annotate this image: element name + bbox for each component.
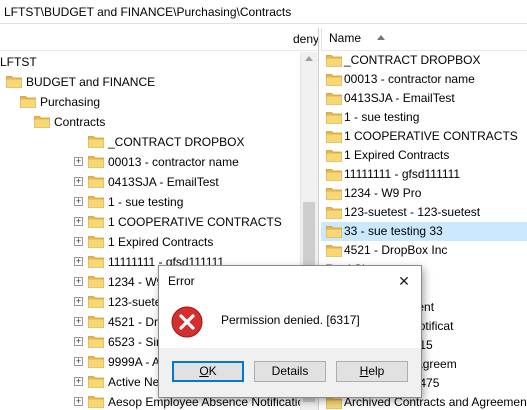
- list-item[interactable]: 1 COOPERATIVE CONTRACTS: [321, 127, 527, 146]
- list-item-label: 1 COOPERATIVE CONTRACTS: [344, 129, 518, 143]
- folder-icon: [326, 207, 342, 219]
- folder-icon: [326, 93, 342, 105]
- folder-icon: [326, 74, 342, 86]
- folder-icon: [88, 376, 104, 388]
- list-item[interactable]: 1 - sue testing: [321, 108, 527, 127]
- expand-icon[interactable]: +: [74, 237, 83, 246]
- list-item-label: 33 - sue testing 33: [344, 224, 443, 238]
- tree-item-label: 0413SJA - EmailTest: [108, 175, 219, 189]
- folder-icon: [88, 296, 104, 308]
- list-item-label: 123-suetest - 123-suetest: [344, 205, 481, 219]
- tree-header: deny: [0, 28, 318, 51]
- expand-icon[interactable]: +: [74, 277, 83, 286]
- list-item-label: 00013 - contractor name: [344, 72, 475, 86]
- folder-icon: [326, 150, 342, 162]
- help-button[interactable]: Help: [336, 361, 408, 382]
- folder-icon: [20, 96, 36, 108]
- list-item[interactable]: 33 - sue testing 33: [321, 222, 527, 241]
- folder-icon: [88, 216, 104, 228]
- column-divider: [321, 28, 322, 50]
- tree-item-label: BUDGET and FINANCE: [26, 75, 156, 89]
- list-item-label: 11111111 - gfsd111111: [344, 167, 461, 181]
- expand-icon[interactable]: +: [74, 317, 83, 326]
- tree-item-label: 00013 - contractor name: [108, 155, 239, 169]
- folder-icon: [88, 176, 104, 188]
- tree-item-label: 1 - sue testing: [108, 195, 184, 209]
- tree-header-label: deny: [293, 32, 319, 46]
- expand-icon[interactable]: +: [74, 337, 83, 346]
- folder-icon: [88, 316, 104, 328]
- dialog-title: Error: [168, 274, 195, 288]
- folder-icon: [326, 226, 342, 238]
- list-item-label: 1 - sue testing: [344, 110, 420, 124]
- list-item[interactable]: 123-suetest - 123-suetest: [321, 203, 527, 222]
- list-item-label: _CONTRACT DROPBOX: [344, 53, 481, 67]
- dialog-body: Permission denied. [6317]: [159, 296, 421, 348]
- contents-header: Name: [321, 28, 527, 51]
- list-item[interactable]: 11111111 - gfsd111111: [321, 165, 527, 184]
- ok-button-mnemonic: O: [199, 364, 209, 378]
- error-message: Permission denied. [6317]: [221, 313, 360, 327]
- close-icon[interactable]: ✕: [397, 274, 411, 288]
- folder-icon: [88, 136, 104, 148]
- list-item[interactable]: 0413SJA - EmailTest: [321, 89, 527, 108]
- expand-icon[interactable]: +: [74, 217, 83, 226]
- expand-icon[interactable]: +: [74, 157, 83, 166]
- expand-icon[interactable]: +: [74, 297, 83, 306]
- ok-button-label: K: [208, 364, 217, 378]
- expand-icon[interactable]: +: [74, 197, 83, 206]
- error-icon: [171, 306, 203, 338]
- dialog-button-bar: OK Details Help: [159, 348, 421, 397]
- tree-item-label: LFTST: [0, 55, 37, 69]
- folder-icon: [88, 396, 104, 408]
- folder-icon: [6, 76, 22, 88]
- list-item[interactable]: 1234 - W9 Pro: [321, 184, 527, 203]
- tree-item-label: 1 Expired Contracts: [108, 235, 214, 249]
- dialog-title-bar: Error ✕: [159, 266, 421, 296]
- expand-icon[interactable]: +: [74, 377, 83, 386]
- folder-icon: [326, 188, 342, 200]
- tree-item-label: 1 COOPERATIVE CONTRACTS: [108, 215, 282, 229]
- list-item[interactable]: 4521 - DropBox Inc: [321, 241, 527, 260]
- list-item[interactable]: _CONTRACT DROPBOX: [321, 51, 527, 70]
- list-item[interactable]: 00013 - contractor name: [321, 70, 527, 89]
- folder-icon: [326, 112, 342, 124]
- folder-icon: [88, 336, 104, 348]
- folder-icon: [88, 256, 104, 268]
- folder-icon: [326, 245, 342, 257]
- name-column-header[interactable]: Name: [329, 31, 361, 45]
- folder-icon: [88, 356, 104, 368]
- window-title-bar: LFTST\BUDGET and FINANCE\Purchasing\Cont…: [0, 0, 527, 24]
- ok-button[interactable]: OK: [172, 361, 244, 382]
- tree-item-label: Contracts: [54, 115, 106, 129]
- list-item-label: 1 Expired Contracts: [344, 148, 450, 162]
- details-button[interactable]: Details: [254, 361, 326, 382]
- folder-icon: [88, 196, 104, 208]
- folder-icon: [88, 156, 104, 168]
- tree-item-label: _CONTRACT DROPBOX: [108, 135, 245, 149]
- folder-icon: [88, 276, 104, 288]
- sort-ascending-icon: [377, 35, 385, 40]
- tree-item-label: Purchasing: [40, 95, 101, 109]
- expand-icon[interactable]: +: [74, 357, 83, 366]
- folder-icon: [88, 236, 104, 248]
- scroll-up-arrow-icon[interactable]: [305, 56, 313, 61]
- expand-icon[interactable]: +: [74, 257, 83, 266]
- expand-icon[interactable]: +: [74, 177, 83, 186]
- folder-icon: [326, 131, 342, 143]
- window-title: LFTST\BUDGET and FINANCE\Purchasing\Cont…: [4, 5, 292, 19]
- folder-icon: [34, 116, 50, 128]
- help-button-label: elp: [368, 364, 385, 378]
- error-dialog: Error ✕ Permission denied. [6317] OK Det…: [158, 265, 422, 398]
- list-item-label: 0413SJA - EmailTest: [344, 91, 455, 105]
- folder-icon: [326, 55, 342, 67]
- expand-icon[interactable]: +: [74, 397, 83, 406]
- list-item-label: 4521 - DropBox Inc: [344, 243, 448, 257]
- folder-icon: [326, 169, 342, 181]
- list-item[interactable]: 1 Expired Contracts: [321, 146, 527, 165]
- list-item-label: 1234 - W9 Pro: [344, 186, 422, 200]
